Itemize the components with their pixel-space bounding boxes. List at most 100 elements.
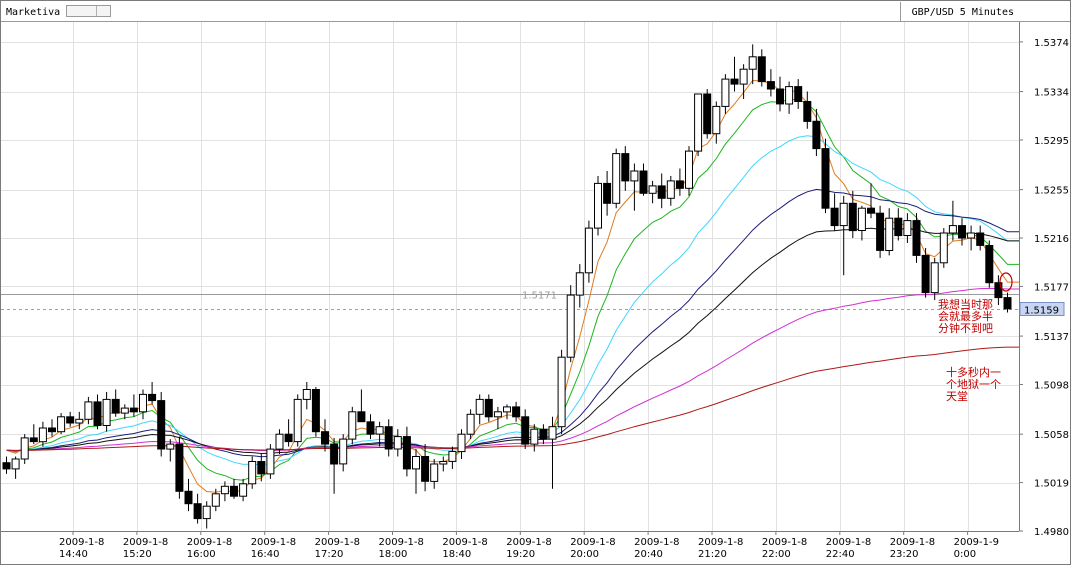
x-tick-date: 2009-1-8 <box>634 537 679 548</box>
candle-body-up <box>393 436 402 450</box>
candle-body-up <box>967 232 976 239</box>
candle-body-up <box>930 262 939 294</box>
candle-body-up <box>57 416 66 433</box>
candle-body-up <box>530 428 539 445</box>
candle-body-up <box>666 180 675 199</box>
candle <box>594 175 602 236</box>
candle <box>876 205 885 258</box>
candle-body-up <box>939 232 948 264</box>
candle-body-down <box>812 120 821 150</box>
x-tick-time: 14:40 <box>59 549 88 560</box>
x-tick-time: 16:00 <box>187 549 216 560</box>
y-tick-label: 1.5374 <box>1034 38 1069 49</box>
candle-body-down <box>93 401 102 426</box>
current-price-tag-label: 1.5159 <box>1024 306 1059 317</box>
x-tick-time: 22:40 <box>826 549 855 560</box>
candle-body-down <box>230 485 238 497</box>
x-tick-date: 2009-1-8 <box>442 537 487 548</box>
candle-body-up <box>275 433 284 450</box>
candle-body-down <box>402 436 411 470</box>
candle-body-up <box>575 272 584 296</box>
candle-body-down <box>175 443 184 492</box>
candle-body-up <box>202 505 211 520</box>
candle-body-up <box>266 448 275 475</box>
y-tick-label: 1.5334 <box>1034 88 1069 99</box>
candle-body-down <box>129 407 138 413</box>
candle-body-up <box>75 418 84 424</box>
candle-body-down <box>48 427 56 433</box>
candle-body-down <box>484 398 493 418</box>
candle-body-up <box>739 68 748 85</box>
y-tick-label: 1.4980 <box>1034 527 1069 538</box>
candle <box>466 409 475 440</box>
candle-body-up <box>430 463 439 482</box>
annotation-1-line-3: 分钟不到吧 <box>938 321 993 335</box>
annotation-2-line-1: 十多秒内一 <box>946 365 1001 379</box>
title-bar <box>1 1 1070 21</box>
x-tick-time: 19:20 <box>506 549 535 560</box>
candle-body-up <box>457 433 466 453</box>
candle-body-down <box>776 88 784 105</box>
candle-body-up <box>712 105 721 135</box>
candle-body-down <box>876 212 885 251</box>
x-tick-date: 2009-1-8 <box>506 537 551 548</box>
candle-body-up <box>20 437 29 460</box>
candle-body-up <box>903 220 912 237</box>
annotation-2-line-3: 天堂 <box>946 390 968 403</box>
x-tick-date: 2009-1-8 <box>570 537 615 548</box>
x-tick-time: 17:20 <box>315 549 344 560</box>
y-tick-label: 1.5137 <box>1034 332 1069 343</box>
y-tick-label: 1.5177 <box>1034 282 1069 293</box>
candle-body-down <box>821 148 830 209</box>
candle <box>985 240 994 288</box>
candle <box>293 394 302 447</box>
candle-body-up <box>375 426 384 435</box>
y-tick-label: 1.5019 <box>1034 479 1069 490</box>
candle-body-up <box>785 86 794 105</box>
candle-body-down <box>2 462 11 470</box>
candle-body-down <box>639 170 648 194</box>
candle <box>694 93 703 157</box>
candle-body-up <box>412 456 420 470</box>
candle-body-up <box>584 227 593 274</box>
candle-body-down <box>384 426 393 450</box>
candlestick-chart: Marketiva GBP/USD 5 Minutes 1.5171 我想当时那… <box>0 0 1071 565</box>
annotation-1-line-1: 我想当时那 <box>938 297 993 311</box>
candle-body-up <box>448 451 457 462</box>
candle-body-up <box>11 458 20 470</box>
candle-body-down <box>330 443 339 465</box>
candle-body-up <box>120 407 129 414</box>
candle-body-up <box>857 207 866 231</box>
x-tick-date: 2009-1-8 <box>59 537 104 548</box>
x-tick-time: 16:40 <box>251 549 280 560</box>
candle-body-up <box>566 294 575 358</box>
candle-body-up <box>348 411 357 440</box>
x-tick-date: 2009-1-8 <box>187 537 232 548</box>
symbol-selector-box[interactable] <box>66 5 111 17</box>
candle-body-up <box>839 202 848 227</box>
candle-body-up <box>948 225 957 234</box>
candle-body-up <box>102 398 111 426</box>
x-tick-time: 22:00 <box>762 549 791 560</box>
candle-body-up <box>493 411 502 418</box>
candle-body-up <box>38 427 47 443</box>
candle-body-down <box>894 217 903 237</box>
brand-label: Marketiva <box>6 7 60 18</box>
candle-body-down <box>703 93 712 135</box>
x-tick-time: 15:20 <box>123 549 152 560</box>
candle-body-down <box>803 101 812 122</box>
candle-body-down <box>421 456 430 482</box>
candle <box>912 213 921 263</box>
x-tick-time: 21:20 <box>698 549 727 560</box>
x-tick-date: 2009-1-9 <box>954 537 999 548</box>
x-tick-date: 2009-1-8 <box>762 537 807 548</box>
candle-body-up <box>503 406 511 413</box>
symbol-timeframe-label: GBP/USD 5 Minutes <box>912 7 1014 18</box>
candle-body-down <box>603 182 612 204</box>
candle-body-up <box>685 150 693 189</box>
candle-body-down <box>66 416 75 424</box>
candle <box>248 456 257 489</box>
x-tick-time: 20:00 <box>570 549 599 560</box>
candle <box>566 285 575 363</box>
candle-body-down <box>794 86 803 102</box>
